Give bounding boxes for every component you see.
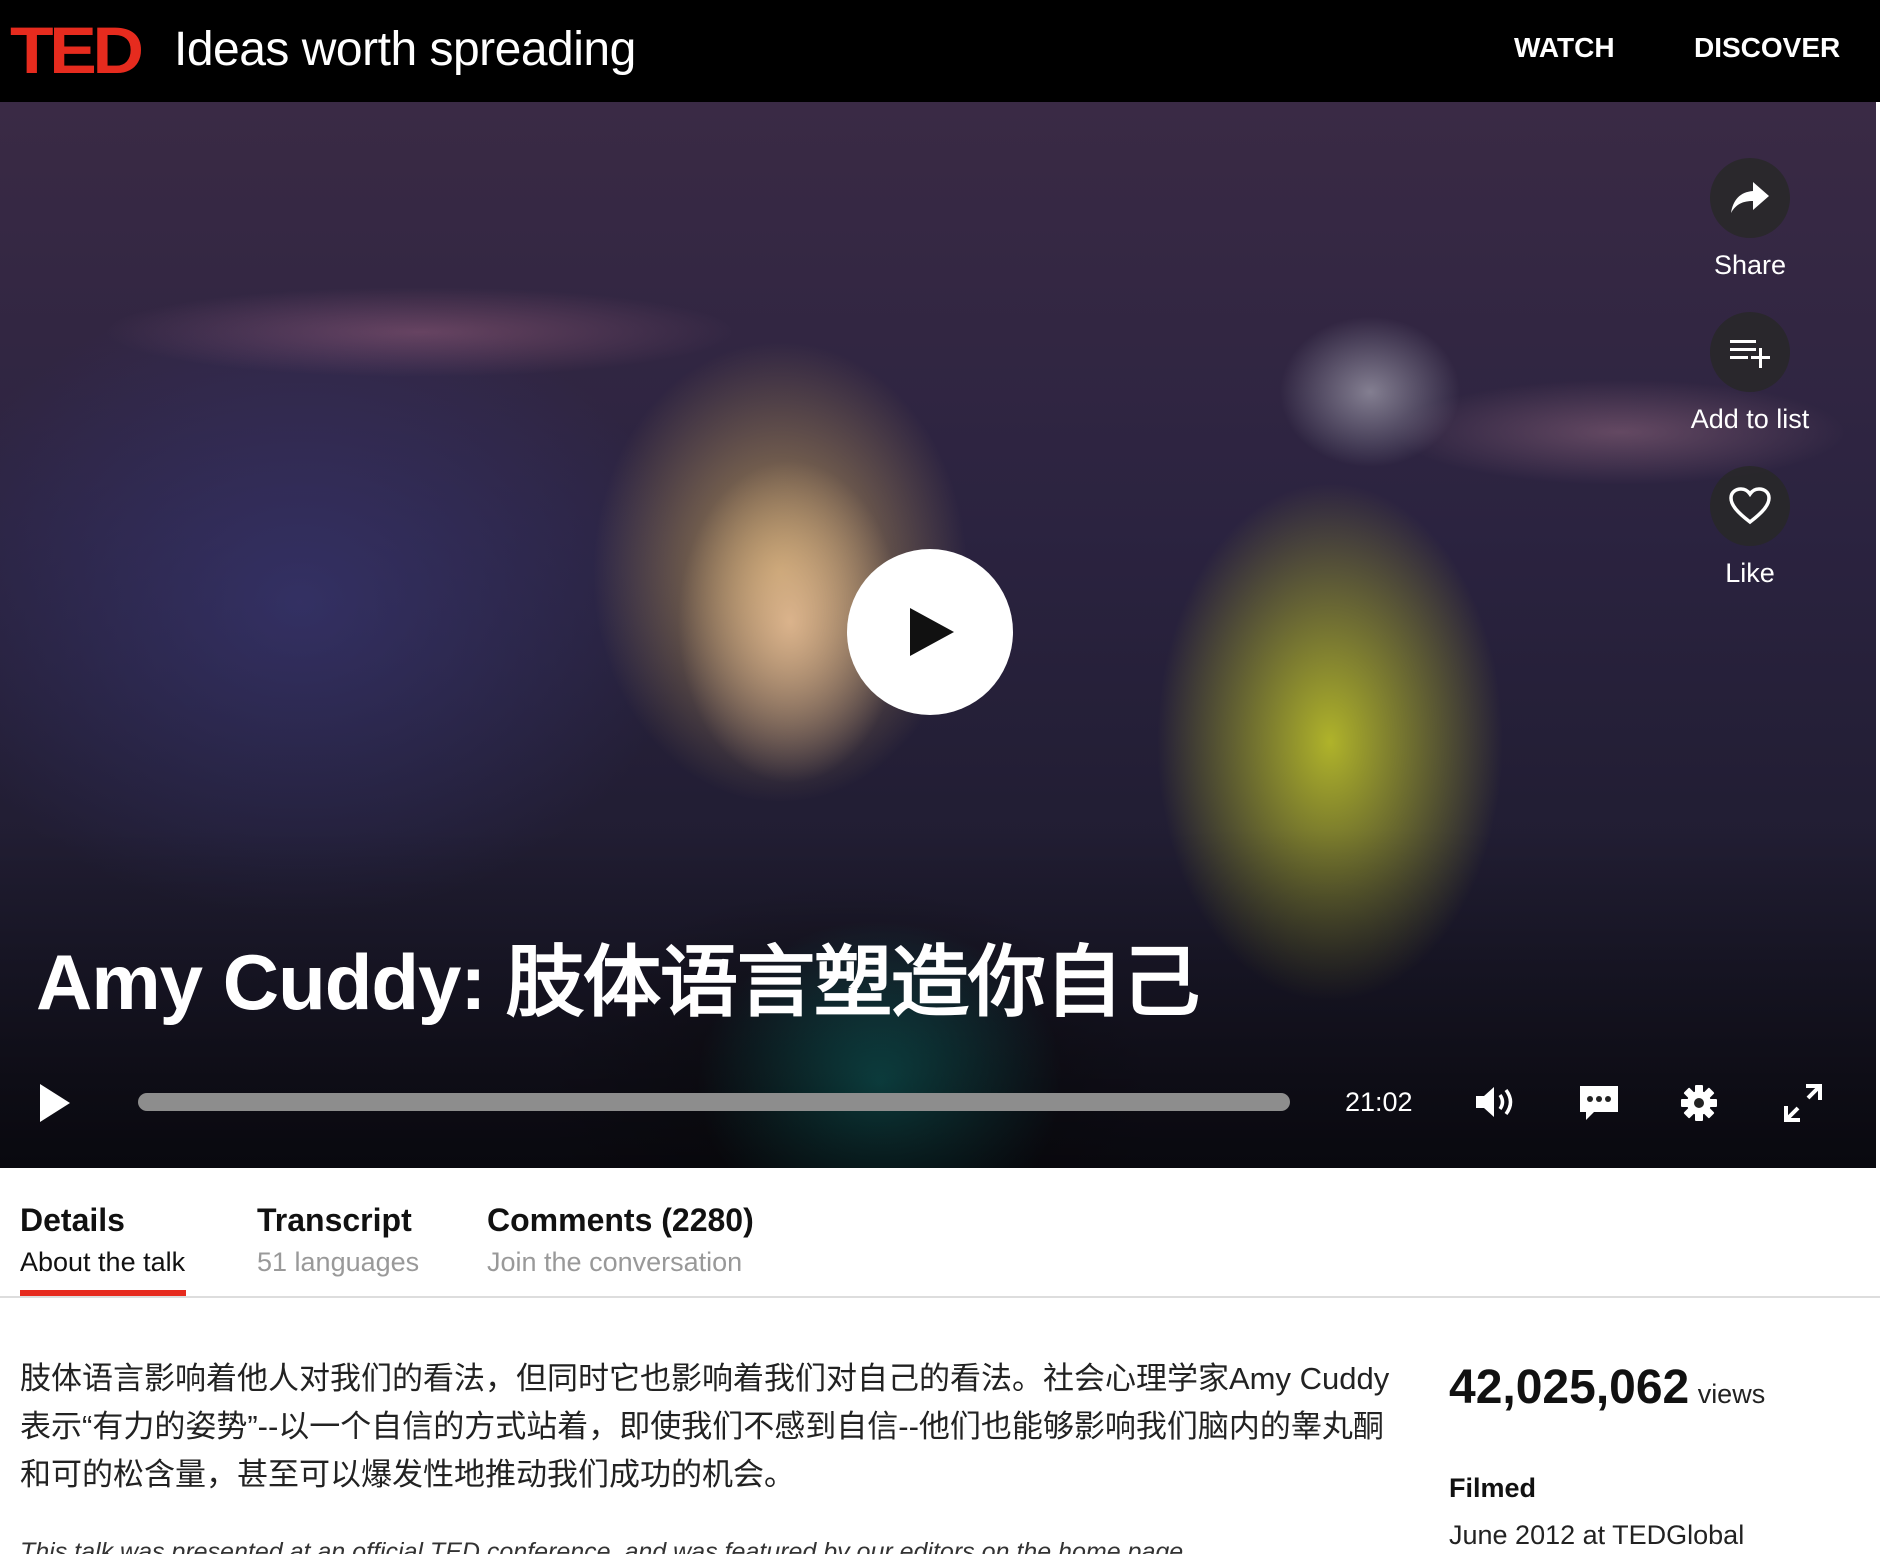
view-count-label: views — [1697, 1379, 1766, 1409]
play-icon — [910, 608, 954, 656]
nav-discover[interactable]: DISCOVER — [1694, 30, 1840, 66]
tab-comments[interactable]: Comments (2280) Join the conversation — [487, 1200, 754, 1280]
add-to-list-button[interactable]: Add to list — [1660, 312, 1840, 466]
share-label: Share — [1713, 250, 1787, 280]
subtitles-button[interactable] — [1578, 1084, 1620, 1127]
tab-comments-subtitle: Join the conversation — [487, 1247, 743, 1277]
gear-icon — [1681, 1085, 1717, 1121]
like-label: Like — [1725, 558, 1775, 588]
active-tab-indicator — [20, 1290, 186, 1296]
player-controls: 21:02 — [0, 1062, 1876, 1142]
filmed-label: Filmed — [1449, 1473, 1537, 1503]
volume-button[interactable] — [1474, 1084, 1518, 1125]
nav-watch[interactable]: WATCH — [1514, 30, 1615, 66]
like-button[interactable]: Like — [1660, 466, 1840, 620]
ted-logo[interactable]: TED — [10, 14, 144, 86]
talk-title: Amy Cuddy: 肢体语言塑造你自己 — [36, 938, 1200, 1026]
talk-description: 肢体语言影响着他人对我们的看法，但同时它也影响着我们对自己的看法。社会心理学家A… — [20, 1361, 1390, 1492]
tab-details-subtitle: About the talk — [20, 1247, 186, 1277]
player-actions: Share Add to list Like — [1660, 158, 1840, 620]
heart-icon — [1710, 466, 1790, 546]
fullscreen-button[interactable] — [1784, 1084, 1822, 1127]
tab-transcript-subtitle: 51 languages — [257, 1247, 420, 1277]
video-player[interactable]: Share Add to list Like Amy Cuddy: 肢体语言塑造… — [0, 102, 1876, 1168]
view-count-number: 42,025,062 — [1449, 1361, 1690, 1414]
subtitles-icon — [1580, 1086, 1618, 1120]
video-duration: 21:02 — [1345, 1087, 1413, 1117]
settings-button[interactable] — [1680, 1084, 1718, 1127]
big-play-button[interactable] — [847, 549, 1013, 715]
share-icon — [1710, 158, 1790, 238]
tab-comments-title: Comments (2280) — [487, 1202, 754, 1238]
featured-note: This talk was presented at an official T… — [20, 1538, 1191, 1554]
top-bar: TED Ideas worth spreading WATCH DISCOVER — [0, 0, 1880, 102]
share-button[interactable]: Share — [1660, 158, 1840, 312]
talk-tabs: Details About the talk Transcript 51 lan… — [0, 1168, 1880, 1298]
tab-transcript-title: Transcript — [257, 1202, 412, 1238]
tab-details[interactable]: Details About the talk — [20, 1200, 185, 1280]
add-to-list-icon — [1710, 312, 1790, 392]
add-to-list-label: Add to list — [1690, 404, 1810, 434]
view-count: 42,025,062 views — [1449, 1358, 1765, 1418]
tab-details-title: Details — [20, 1202, 125, 1238]
volume-icon — [1476, 1087, 1513, 1117]
filmed-value: June 2012 at TEDGlobal — [1449, 1520, 1745, 1550]
play-icon — [40, 1084, 70, 1122]
play-pause-button[interactable] — [38, 1082, 72, 1129]
fullscreen-icon — [1784, 1084, 1822, 1122]
site-tagline: Ideas worth spreading — [174, 23, 636, 76]
tab-transcript[interactable]: Transcript 51 languages — [257, 1200, 419, 1280]
progress-bar[interactable] — [138, 1093, 1290, 1111]
